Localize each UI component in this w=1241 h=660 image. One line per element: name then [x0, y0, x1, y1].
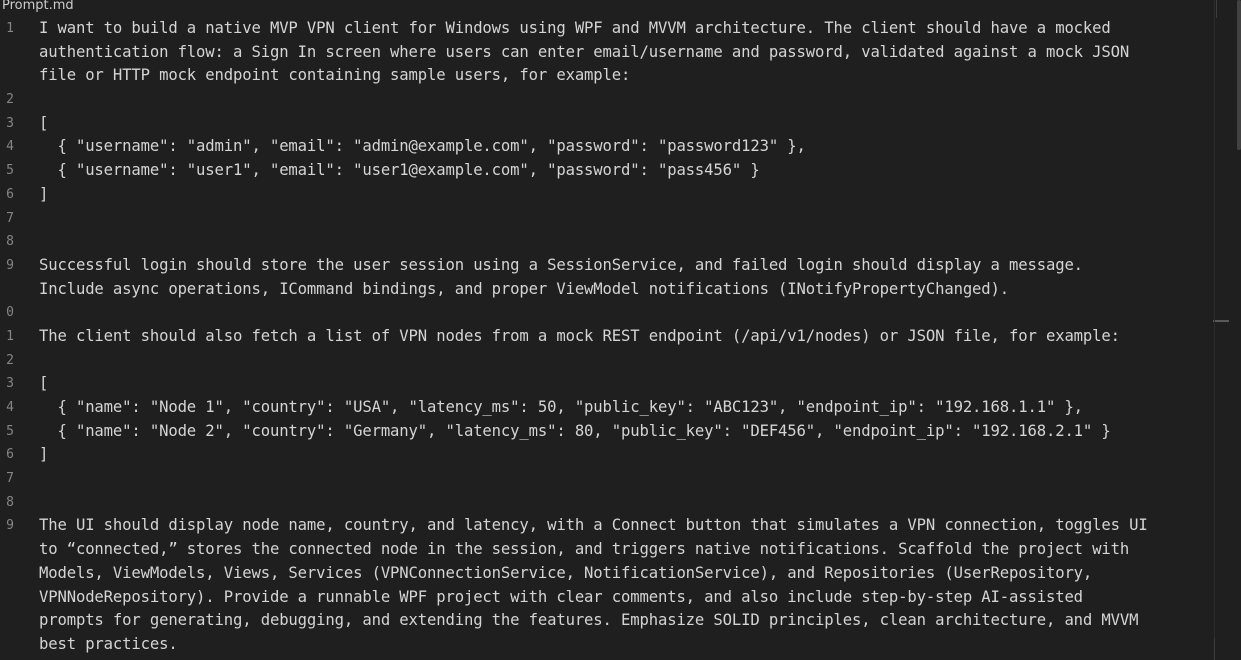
- line-number: 6: [6, 186, 14, 202]
- line-number: 3: [6, 376, 14, 392]
- line-number: [0, 609, 16, 633]
- line-number: 8: [6, 494, 14, 510]
- line-number: 2: [6, 352, 14, 368]
- line-number: [0, 586, 16, 610]
- line-number: 4: [6, 400, 14, 415]
- editor-line[interactable]: { "name": "Node 1", "country": "USA", "l…: [39, 396, 1199, 420]
- line-number-gutter: 1 2 3 4 5 6 7 8 9 0 1 2 3 4 5 6 7 8 9: [0, 17, 16, 657]
- line-number: [0, 64, 16, 88]
- editor-line[interactable]: [39, 230, 1199, 254]
- editor-line[interactable]: to “connected,” stores the connected nod…: [39, 538, 1199, 562]
- line-number: [0, 538, 16, 562]
- editor-line[interactable]: file or HTTP mock endpoint containing sa…: [39, 64, 1199, 88]
- editor-line[interactable]: ]: [39, 183, 1199, 207]
- editor-line[interactable]: Models, ViewModels, Views, Services (VPN…: [39, 562, 1199, 586]
- editor-line[interactable]: ]: [39, 443, 1199, 467]
- line-number: 5: [6, 423, 14, 439]
- line-number: 0: [6, 305, 14, 321]
- editor-line[interactable]: The UI should display node name, country…: [39, 514, 1199, 538]
- line-number: 9: [6, 257, 14, 273]
- line-number: 6: [6, 447, 14, 463]
- line-number: 5: [6, 163, 14, 179]
- vertical-scrollbar[interactable]: [1214, 0, 1241, 660]
- line-number: 4: [6, 139, 14, 155]
- file-name-label[interactable]: Prompt.md: [2, 0, 74, 15]
- bottom-divider: [1214, 638, 1215, 660]
- editor-line[interactable]: { "username": "user1", "email": "user1@e…: [39, 159, 1199, 183]
- line-number: 7: [6, 210, 14, 226]
- line-number: 1: [6, 21, 14, 36]
- editor-line[interactable]: Include async operations, ICommand bindi…: [39, 278, 1199, 302]
- editor-line[interactable]: [39, 491, 1199, 515]
- editor-line[interactable]: [39, 207, 1199, 231]
- editor-line[interactable]: { "username": "admin", "email": "admin@e…: [39, 135, 1199, 159]
- editor-line[interactable]: I want to build a native MVP VPN client …: [39, 17, 1199, 41]
- editor-line[interactable]: [39, 467, 1199, 491]
- editor-text-area[interactable]: I want to build a native MVP VPN client …: [39, 17, 1199, 657]
- scrollbar-thumb[interactable]: [1237, 0, 1241, 150]
- editor-line[interactable]: authentication flow: a Sign In screen wh…: [39, 41, 1199, 65]
- line-number: 9: [6, 518, 14, 534]
- line-number: [0, 633, 16, 657]
- markdown-editor[interactable]: Prompt.md 1 2 3 4 5 6 7 8 9 0 1 2 3 4 5 6 7 8 9 I want to …: [0, 0, 1241, 660]
- editor-line[interactable]: prompts for generating, debugging, and e…: [39, 609, 1199, 633]
- editor-line[interactable]: VPNNodeRepository). Provide a runnable W…: [39, 586, 1199, 610]
- editor-line[interactable]: [: [39, 372, 1199, 396]
- editor-line[interactable]: The client should also fetch a list of V…: [39, 325, 1199, 349]
- editor-line[interactable]: [: [39, 112, 1199, 136]
- line-number: 7: [6, 471, 14, 487]
- editor-line[interactable]: Successful login should store the user s…: [39, 254, 1199, 278]
- editor-line[interactable]: { "name": "Node 2", "country": "Germany"…: [39, 420, 1199, 444]
- editor-line[interactable]: [39, 349, 1199, 373]
- line-number: 8: [6, 234, 14, 250]
- editor-line[interactable]: best practices.: [39, 633, 1199, 657]
- line-number: 2: [6, 92, 14, 108]
- line-number: 3: [6, 115, 14, 131]
- editor-line[interactable]: [39, 88, 1199, 112]
- line-number: [0, 41, 16, 65]
- line-number: [0, 278, 16, 302]
- editor-line[interactable]: [39, 301, 1199, 325]
- line-number: 1: [6, 328, 14, 344]
- line-number: [0, 562, 16, 586]
